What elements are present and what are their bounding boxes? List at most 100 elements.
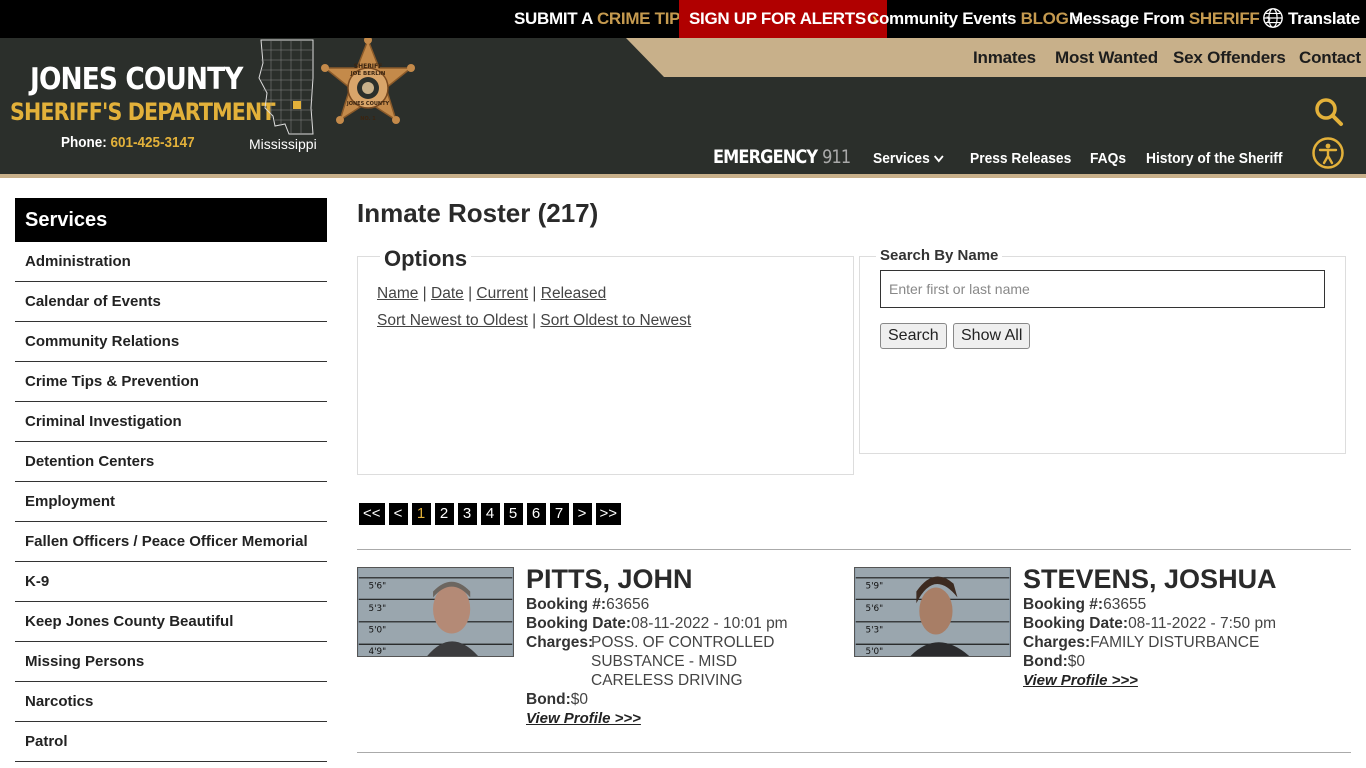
booking-number: Booking #:63656 [526, 596, 649, 614]
sheriff-badge-logo: SHERIFF JOE BERLIN JONES COUNTY NO. 1 [321, 38, 415, 124]
nav-history[interactable]: History of the Sheriff [1146, 150, 1282, 167]
search-button[interactable]: Search [880, 323, 947, 349]
badge-title-text: SHERIFF [354, 63, 383, 70]
brand-county[interactable]: JONES COUNTY [30, 62, 243, 97]
link-accent-text: BLOG [1020, 9, 1069, 28]
sidebar-item-k9[interactable]: K-9 [15, 562, 327, 602]
nav-most-wanted[interactable]: Most Wanted [1055, 38, 1158, 77]
search-icon[interactable] [1314, 97, 1344, 127]
height-mark: 5'0" [369, 626, 387, 636]
sidebar-item-fallen-officers[interactable]: Fallen Officers / Peace Officer Memorial [15, 522, 327, 562]
page-5-button[interactable]: 5 [503, 503, 523, 525]
view-profile-link[interactable]: View Profile >>> [1023, 672, 1138, 689]
sidebar-item-narcotics[interactable]: Narcotics [15, 682, 327, 722]
charge-line: SUBSTANCE - MISD [591, 653, 738, 670]
label: Bond: [1023, 653, 1068, 670]
inmate-photo[interactable]: 5'9" 5'6" 5'3" 5'0" [854, 567, 1011, 657]
accessibility-icon[interactable] [1312, 137, 1344, 169]
translate-button[interactable]: Translate [1262, 0, 1360, 38]
sort-oldest-link[interactable]: Sort Oldest to Newest [540, 312, 691, 329]
nav-faqs[interactable]: FAQs [1090, 150, 1126, 167]
value: 08-11-2022 - 7:50 pm [1128, 615, 1276, 632]
sidebar-item-calendar[interactable]: Calendar of Events [15, 282, 327, 322]
page-next-button[interactable]: > [572, 503, 592, 525]
page-4-button[interactable]: 4 [480, 503, 500, 525]
filter-current-link[interactable]: Current [476, 285, 528, 302]
value: 63656 [606, 596, 650, 613]
divider [357, 752, 1351, 753]
height-mark: 5'9" [866, 582, 884, 592]
phone-value: 601-425-3147 [110, 134, 195, 151]
community-events-blog-link[interactable]: Community Events BLOG › [867, 0, 1080, 38]
sidebar-item-crime-tips[interactable]: Crime Tips & Prevention [15, 362, 327, 402]
separator: | [532, 285, 537, 302]
label: Bond: [526, 691, 571, 708]
page-2-button[interactable]: 2 [434, 503, 454, 525]
nav-services-label: Services [873, 150, 930, 167]
separator: | [422, 285, 427, 302]
nav-sex-offenders[interactable]: Sex Offenders [1173, 38, 1286, 77]
globe-icon [1263, 8, 1283, 28]
inmate-photo[interactable]: 5'6" 5'3" 5'0" 4'9" [357, 567, 514, 657]
emergency-911[interactable]: EMERGENCY 911 [713, 146, 851, 168]
sign-up-alerts-link[interactable]: SIGN UP FOR ALERTS › [679, 0, 888, 38]
pagination: << < 1 2 3 4 5 6 7 > >> [359, 503, 622, 525]
filter-released-link[interactable]: Released [541, 285, 607, 302]
sidebar-item-criminal-investigation[interactable]: Criminal Investigation [15, 402, 327, 442]
sort-by-date-link[interactable]: Date [431, 285, 464, 302]
site-header: Inmates Most Wanted Sex Offenders Contac… [0, 38, 1366, 178]
sidebar-item-missing-persons[interactable]: Missing Persons [15, 642, 327, 682]
sort-by-name-link[interactable]: Name [377, 285, 418, 302]
sidebar-item-administration[interactable]: Administration [15, 242, 327, 282]
phone-number[interactable]: Phone: 601-425-3147 [61, 134, 195, 151]
nav-inmates[interactable]: Inmates [973, 38, 1036, 77]
height-mark: 5'6" [866, 604, 884, 614]
badge-number-text: NO. 1 [360, 116, 376, 122]
value: $0 [1067, 653, 1086, 670]
page-first-button[interactable]: << [359, 503, 385, 525]
inmate-name[interactable]: PITTS, JOHN [526, 564, 693, 595]
nav-contact[interactable]: Contact [1299, 38, 1361, 77]
page-last-button[interactable]: >> [595, 503, 622, 525]
label: Booking Date: [526, 615, 632, 632]
phone-label: Phone: [61, 134, 107, 151]
show-all-button[interactable]: Show All [953, 323, 1031, 349]
inmate-name[interactable]: STEVENS, JOSHUA [1023, 564, 1277, 595]
sidebar-item-keep-beautiful[interactable]: Keep Jones County Beautiful [15, 602, 327, 642]
charge-line: CARELESS DRIVING [591, 672, 743, 689]
emergency-label: EMERGENCY [713, 146, 818, 168]
sidebar-item-patrol[interactable]: Patrol [15, 722, 327, 762]
nav-services[interactable]: Services [873, 150, 944, 167]
nav-press-releases[interactable]: Press Releases [970, 150, 1071, 167]
height-mark: 5'0" [866, 647, 884, 657]
page-3-button[interactable]: 3 [457, 503, 477, 525]
booking-date: Booking Date:08-11-2022 - 10:01 pm [526, 615, 788, 633]
submit-crime-tip-link[interactable]: SUBMIT A CRIME TIP› [514, 0, 692, 38]
sidebar-item-detention-centers[interactable]: Detention Centers [15, 442, 327, 482]
page-1-button[interactable]: 1 [411, 503, 431, 525]
link-text: SUBMIT A [514, 9, 593, 28]
sidebar-item-employment[interactable]: Employment [15, 482, 327, 522]
translate-label: Translate [1288, 9, 1360, 28]
search-legend: Search By Name [876, 247, 1003, 264]
label: Charges: [1023, 634, 1091, 651]
brand-department[interactable]: SHERIFF'S DEPARTMENT [10, 98, 276, 126]
badge-name-text: JOE BERLIN [350, 71, 386, 77]
page-prev-button[interactable]: < [388, 503, 408, 525]
label: Booking #: [1023, 596, 1104, 613]
message-from-sheriff-link[interactable]: Message From SHERIFF› [1069, 0, 1271, 38]
link-text: Message From [1069, 9, 1185, 28]
height-mark: 5'3" [866, 626, 884, 636]
top-bar: SUBMIT A CRIME TIP› SIGN UP FOR ALERTS› … [0, 0, 1366, 38]
page-7-button[interactable]: 7 [549, 503, 569, 525]
sidebar-item-community-relations[interactable]: Community Relations [15, 322, 327, 362]
sidebar-list: Administration Calendar of Events Commun… [15, 242, 327, 762]
value: FAMILY DISTURBANCE [1090, 634, 1260, 651]
view-profile-link[interactable]: View Profile >>> [526, 710, 641, 727]
page-6-button[interactable]: 6 [526, 503, 546, 525]
emergency-number: 911 [822, 146, 851, 168]
sort-order-row: Sort Newest to Oldest | Sort Oldest to N… [377, 312, 691, 330]
sort-newest-link[interactable]: Sort Newest to Oldest [377, 312, 528, 329]
search-name-input[interactable] [880, 270, 1325, 308]
charges: Charges:FAMILY DISTURBANCE [1023, 634, 1259, 652]
